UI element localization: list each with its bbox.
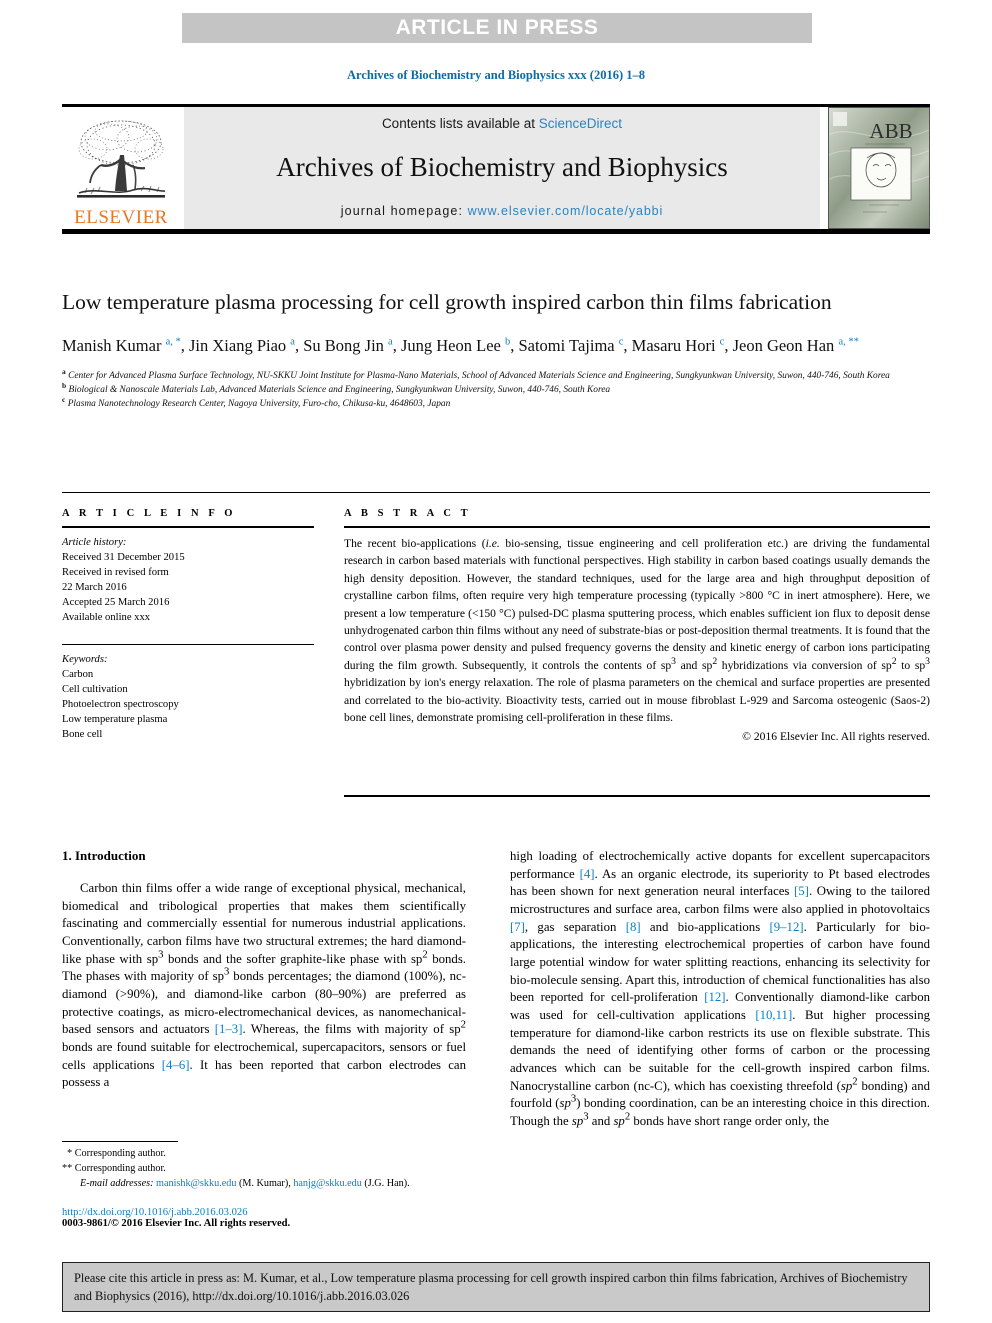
abstract-text: The recent bio-applications (i.e. bio-se… xyxy=(344,537,930,724)
journal-homepage-link[interactable]: www.elsevier.com/locate/yabbi xyxy=(468,204,664,218)
abstract-section-bottom-rule xyxy=(344,795,930,797)
keyword-item: Low temperature plasma xyxy=(62,714,168,726)
article-info-heading: A R T I C L E I N F O xyxy=(62,508,237,519)
affiliation-a: a Center for Advanced Plasma Surface Tec… xyxy=(62,366,890,381)
body-column-right: high loading of electrochemically active… xyxy=(510,848,930,1131)
footnote-corresponding-2: ** Corresponding author. xyxy=(62,1162,466,1177)
sciencedirect-link[interactable]: ScienceDirect xyxy=(539,116,622,131)
affiliation-c: c Plasma Nanotechnology Research Center,… xyxy=(62,394,451,410)
elsevier-wordmark: ELSEVIER xyxy=(74,207,168,228)
article-in-press-banner: ARTICLE IN PRESS xyxy=(182,13,812,43)
affiliation-a-text: Center for Advanced Plasma Surface Techn… xyxy=(68,370,890,381)
affiliation-b-text: Biological & Nanoscale Materials Lab, Ad… xyxy=(68,384,611,395)
intro-paragraph-left: Carbon thin films offer a wide range of … xyxy=(62,881,467,1090)
citation-box: Please cite this article in press as: M.… xyxy=(62,1262,930,1312)
affiliations: a Center for Advanced Plasma Surface Tec… xyxy=(62,366,930,411)
article-info-rule xyxy=(62,526,314,528)
running-head: Archives of Biochemistry and Biophysics … xyxy=(346,68,646,82)
article-history-item: Accepted 25 March 2016 xyxy=(62,597,170,609)
article-info-column: A R T I C L E I N F O Article history: R… xyxy=(62,508,314,742)
title-block: Low temperature plasma processing for ce… xyxy=(62,288,930,411)
contents-lists-line: Contents lists available at ScienceDirec… xyxy=(382,116,622,131)
journal-title: Archives of Biochemistry and Biophysics xyxy=(276,152,728,182)
email-link-kumar[interactable]: manishk@skku.edu xyxy=(156,1178,236,1189)
email-link-han[interactable]: hanjg@skku.edu xyxy=(293,1178,362,1189)
footnote-corresponding-2-text: Corresponding author. xyxy=(74,1162,166,1174)
doi-block: http://dx.doi.org/10.1016/j.abb.2016.03.… xyxy=(62,1207,466,1229)
abstract-heading: A B S T R A C T xyxy=(344,508,472,519)
journal-masthead: ELSEVIER Contents lists available at Sci… xyxy=(62,104,930,234)
keyword-item: Photoelectron spectroscopy xyxy=(62,699,179,711)
svg-text:ABB: ABB xyxy=(869,119,912,143)
abstract-column: A B S T R A C T The recent bio-applicati… xyxy=(344,508,930,743)
elsevier-logo: ELSEVIER xyxy=(62,107,180,229)
issn-copyright-line: 0003-9861/© 2016 Elsevier Inc. All right… xyxy=(62,1217,291,1229)
contents-box: Contents lists available at ScienceDirec… xyxy=(184,107,820,229)
citation-text: Please cite this article in press as: M.… xyxy=(74,1271,908,1303)
keywords-rule xyxy=(62,644,314,646)
keyword-item: Bone cell xyxy=(62,729,103,741)
footnote-corresponding-1-text: Corresponding author. xyxy=(74,1148,166,1159)
asterisk-marker: * xyxy=(62,1148,75,1159)
article-history-label: Article history: xyxy=(62,537,127,548)
double-asterisk-marker: ** xyxy=(62,1162,75,1174)
journal-cover-art: ABB xyxy=(829,108,929,228)
keyword-item: Carbon xyxy=(62,669,94,681)
abstract-rule xyxy=(344,526,930,528)
keywords-label: Keywords: xyxy=(62,654,108,666)
article-history-item: 22 March 2016 xyxy=(62,582,127,594)
article-history-item: Available online xxx xyxy=(62,612,151,624)
masthead-bottom-rule xyxy=(62,229,930,234)
footnote-emails: E-mail addresses: manishk@skku.edu (M. K… xyxy=(80,1177,410,1189)
article-in-press-label: ARTICLE IN PRESS xyxy=(395,16,599,39)
article-history-item: Received 31 December 2015 xyxy=(62,552,185,564)
footnote-area: * Corresponding author. ** Corresponding… xyxy=(62,1141,466,1229)
article-history-item: Received in revised form xyxy=(62,567,169,579)
affiliation-c-text: Plasma Nanotechnology Research Center, N… xyxy=(67,399,451,410)
keyword-item: Cell cultivation xyxy=(62,684,128,696)
affiliation-b: b Biological & Nanoscale Materials Lab, … xyxy=(62,380,611,395)
body-column-left: 1. Introduction Carbon thin films offer … xyxy=(62,848,466,1092)
email-addresses-label: E-mail addresses: xyxy=(80,1177,154,1189)
intro-paragraph-right: high loading of electrochemically active… xyxy=(510,849,930,1128)
abstract-copyright: © 2016 Elsevier Inc. All rights reserved… xyxy=(742,730,930,744)
email-owner-kumar: (M. Kumar) xyxy=(238,1177,289,1189)
homepage-prefix: journal homepage: xyxy=(340,204,468,218)
footnote-rule xyxy=(62,1141,178,1142)
section-heading-introduction: 1. Introduction xyxy=(62,848,146,863)
doi-link[interactable]: http://dx.doi.org/10.1016/j.abb.2016.03.… xyxy=(62,1207,466,1218)
footnote-corresponding-1: * Corresponding author. xyxy=(62,1147,466,1162)
email-owner-han: (J.G. Han) xyxy=(364,1177,408,1189)
journal-homepage-line: journal homepage: www.elsevier.com/locat… xyxy=(341,204,663,218)
page-title: Low temperature plasma processing for ce… xyxy=(62,290,832,314)
elsevier-tree-icon xyxy=(71,115,171,207)
author-list: Manish Kumar a, *, Jin Xiang Piao a, Su … xyxy=(62,336,859,356)
contents-lists-prefix: Contents lists available at xyxy=(381,116,539,131)
journal-cover-thumbnail: ABB xyxy=(828,107,930,229)
abstract-section-top-rule xyxy=(62,492,930,493)
